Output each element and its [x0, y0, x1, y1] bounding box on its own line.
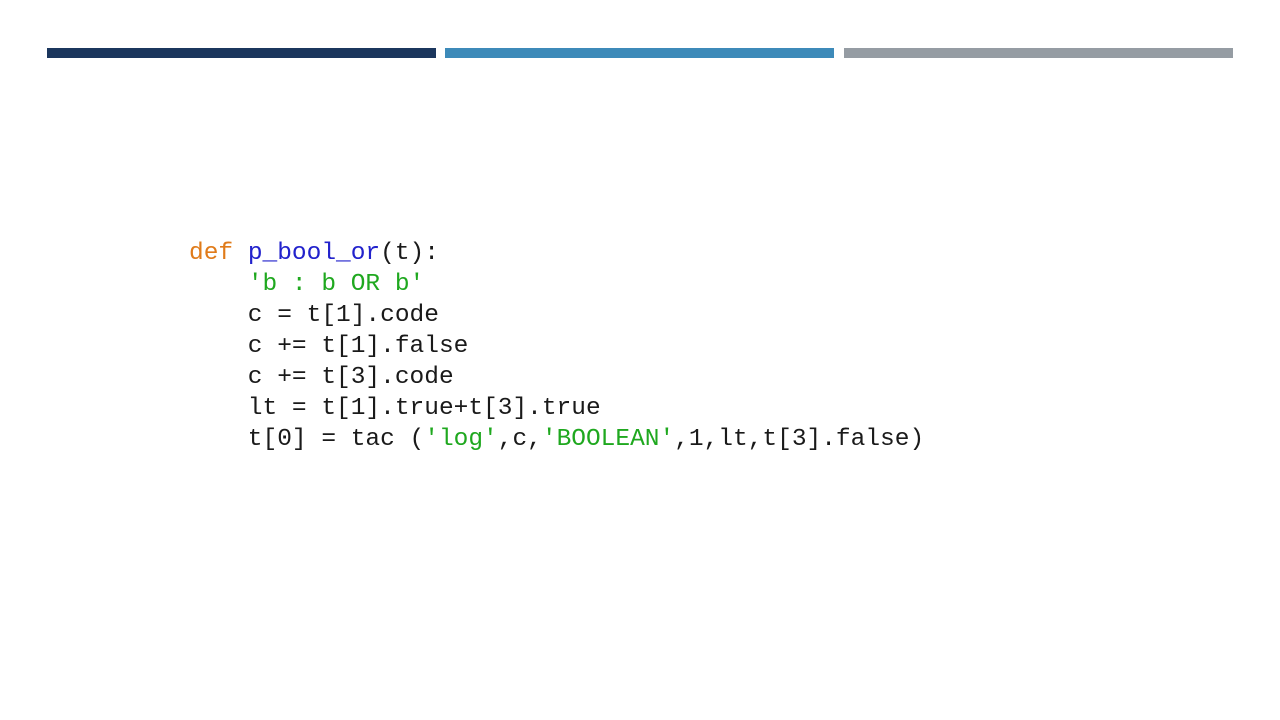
code-line: t[0] = tac ('log',c,'BOOLEAN',1,lt,t[3].…	[189, 424, 924, 455]
code-text: t[0] = tac (	[189, 426, 425, 453]
code-line: c += t[3].code	[189, 362, 924, 393]
code-line: c = t[1].code	[189, 300, 924, 331]
accent-bar-blue	[445, 48, 834, 58]
code-string: 'log'	[424, 426, 498, 453]
code-text: c += t[3].code	[189, 364, 454, 391]
code-string: 'BOOLEAN'	[541, 426, 675, 453]
code-text: c += t[1].false	[189, 333, 469, 360]
code-string: 'b : b OR b'	[247, 271, 425, 298]
code-text: lt = t[1].true+t[3].true	[189, 395, 601, 422]
code-line: 'b : b OR b'	[189, 269, 924, 300]
code-line: lt = t[1].true+t[3].true	[189, 393, 924, 424]
code-block: def p_bool_or(t): 'b : b OR b' c = t[1].…	[189, 238, 924, 455]
code-text: ,1,lt,t[3].false)	[674, 426, 925, 453]
code-function-name: p_bool_or	[247, 240, 381, 267]
accent-bar-gray	[844, 48, 1233, 58]
code-text: c = t[1].code	[189, 302, 439, 329]
code-line: def p_bool_or(t):	[189, 238, 924, 269]
code-keyword: def	[189, 240, 234, 267]
code-line: c += t[1].false	[189, 331, 924, 362]
accent-bar-navy	[47, 48, 436, 58]
code-text: (t):	[380, 240, 439, 267]
code-text: ,c,	[497, 426, 542, 453]
